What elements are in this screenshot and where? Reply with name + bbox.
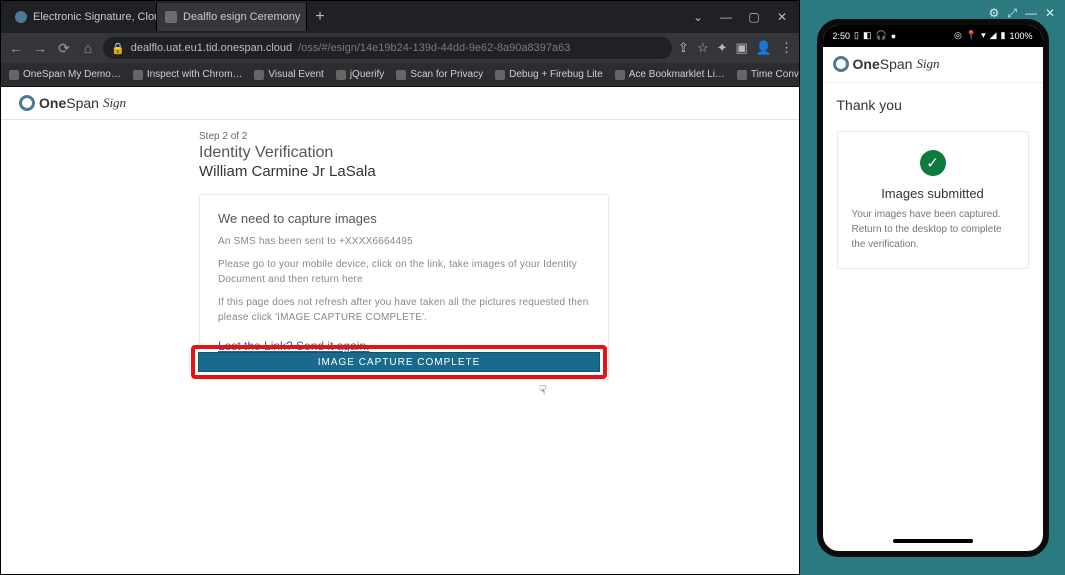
chevron-down-icon[interactable]: ⌄ — [691, 10, 705, 24]
instruction-text: Please go to your mobile device, click o… — [218, 257, 590, 287]
url-input[interactable]: 🔒 dealflo.uat.eu1.tid.onespan.cloud/oss/… — [103, 37, 672, 59]
result-card: ✓ Images submitted Your images have been… — [837, 131, 1029, 269]
tab-1[interactable]: Electronic Signature, Cloud Auth × — [7, 3, 157, 31]
forward-icon[interactable]: → — [31, 40, 49, 56]
new-tab-button[interactable]: + — [307, 4, 333, 30]
close-window-icon[interactable]: ✕ — [775, 10, 789, 24]
bookmark-item[interactable]: Inspect with Chrom… — [133, 69, 243, 80]
tab-2-active[interactable]: Dealflo esign Ceremony × — [157, 3, 307, 31]
brand-logo-icon — [19, 95, 35, 111]
phone-frame: 2:50 ▯ ◧ 🎧 ● ◎ 📍 ▾ ◢ ▮ 100% OneSpanSign … — [817, 19, 1049, 557]
bookmarks-bar: OneSpan My Demo… Inspect with Chrom… Vis… — [1, 63, 799, 87]
tab-title: Electronic Signature, Cloud Auth — [33, 11, 157, 23]
tab-title: Dealflo esign Ceremony — [183, 11, 300, 23]
wifi-icon: ▾ — [981, 30, 986, 41]
status-icon: 🎧 — [876, 30, 887, 41]
back-icon[interactable]: ← — [7, 40, 25, 56]
cube-icon[interactable]: ▣ — [736, 40, 748, 56]
phone-time: 2:50 — [833, 31, 851, 41]
avatar-icon[interactable]: 👤 — [756, 40, 772, 56]
brand-sign: Sign — [103, 95, 126, 111]
phone-body: Thank you ✓ Images submitted Your images… — [823, 83, 1043, 283]
status-icon: ● — [891, 31, 896, 41]
status-icon: ◧ — [863, 30, 872, 41]
minimize-icon[interactable]: — — [719, 10, 733, 24]
bookmark-icon — [396, 70, 406, 80]
nav-pill-icon[interactable] — [893, 539, 973, 543]
window-controls: ⌄ — ▢ ✕ — [691, 10, 799, 24]
bookmark-icon — [615, 70, 625, 80]
battery-text: 100% — [1009, 31, 1032, 41]
page-content: OneSpanSign Step 2 of 2 Identity Verific… — [1, 87, 799, 574]
bookmark-item[interactable]: Visual Event — [254, 69, 323, 80]
phone-nav-bar — [823, 531, 1043, 551]
tab-bar: Electronic Signature, Cloud Auth × Dealf… — [1, 1, 799, 33]
network-icon: ◎ — [954, 30, 962, 41]
status-icon: ▯ — [854, 30, 859, 41]
bookmark-icon — [737, 70, 747, 80]
divider — [1, 119, 799, 120]
highlight-box: IMAGE CAPTURE COMPLETE — [191, 345, 607, 379]
bookmark-icon — [254, 70, 264, 80]
check-icon: ✓ — [920, 150, 946, 176]
bookmark-item[interactable]: Time Converter – C… — [737, 69, 799, 80]
bookmark-icon — [495, 70, 505, 80]
extensions-icon[interactable]: ✦ — [717, 40, 728, 56]
location-icon: 📍 — [966, 30, 977, 41]
sms-text: An SMS has been sent to +XXXX6664495 — [218, 234, 590, 249]
refresh-text: If this page does not refresh after you … — [218, 295, 590, 325]
lock-icon: 🔒 — [111, 42, 125, 55]
bookmark-item[interactable]: Debug + Firebug Lite — [495, 69, 603, 80]
bookmark-icon — [336, 70, 346, 80]
card-heading: We need to capture images — [218, 211, 590, 226]
favicon-icon — [15, 11, 27, 23]
bookmark-icon — [9, 70, 19, 80]
bookmark-item[interactable]: Scan for Privacy — [396, 69, 483, 80]
maximize-icon[interactable]: ▢ — [747, 10, 761, 24]
bookmark-item[interactable]: OneSpan My Demo… — [9, 69, 121, 80]
battery-icon: ▮ — [1001, 30, 1006, 41]
onespan-brand: OneSpanSign — [19, 95, 126, 111]
page-title: Identity Verification — [199, 144, 609, 162]
signal-icon: ◢ — [990, 30, 997, 41]
reload-icon[interactable]: ⟳ — [55, 40, 73, 57]
user-name: William Carmine Jr LaSala — [199, 163, 609, 180]
url-host: dealflo.uat.eu1.tid.onespan.cloud — [131, 42, 292, 54]
menu-icon[interactable]: ⋮ — [780, 40, 793, 56]
phone-status-bar: 2:50 ▯ ◧ 🎧 ● ◎ 📍 ▾ ◢ ▮ 100% — [823, 25, 1043, 47]
brand-logo-icon — [833, 56, 849, 72]
phone-header: OneSpanSign — [823, 47, 1043, 83]
result-heading: Images submitted — [852, 186, 1014, 201]
home-icon[interactable]: ⌂ — [79, 40, 97, 56]
button-label: IMAGE CAPTURE COMPLETE — [318, 357, 481, 368]
bookmark-item[interactable]: Ace Bookmarklet Li… — [615, 69, 725, 80]
result-body: Your images have been captured. Return t… — [852, 207, 1014, 252]
bookmark-item[interactable]: jQuerify — [336, 69, 384, 80]
close-icon[interactable]: ✕ — [1045, 6, 1055, 21]
star-icon[interactable]: ☆ — [697, 40, 709, 56]
main-content: Step 2 of 2 Identity Verification Willia… — [199, 131, 609, 380]
url-path: /oss/#/esign/14e19b24-139d-44dd-9e62-8a9… — [298, 42, 570, 54]
browser-window: Electronic Signature, Cloud Auth × Dealf… — [0, 0, 800, 575]
thank-you-heading: Thank you — [837, 97, 1029, 113]
share-icon[interactable]: ⇪ — [678, 40, 689, 56]
step-indicator: Step 2 of 2 — [199, 131, 609, 142]
bookmark-icon — [133, 70, 143, 80]
extensions: ⇪ ☆ ✦ ▣ 👤 ⋮ — [678, 40, 793, 56]
address-bar: ← → ⟳ ⌂ 🔒 dealflo.uat.eu1.tid.onespan.cl… — [1, 33, 799, 63]
image-capture-complete-button[interactable]: IMAGE CAPTURE COMPLETE — [198, 352, 600, 372]
phone-panel: ⚙ ⤢ — ✕ 2:50 ▯ ◧ 🎧 ● ◎ 📍 ▾ ◢ ▮ 100% OneS… — [800, 0, 1065, 575]
favicon-icon — [165, 11, 177, 23]
cursor-icon: ☟ — [539, 383, 546, 397]
